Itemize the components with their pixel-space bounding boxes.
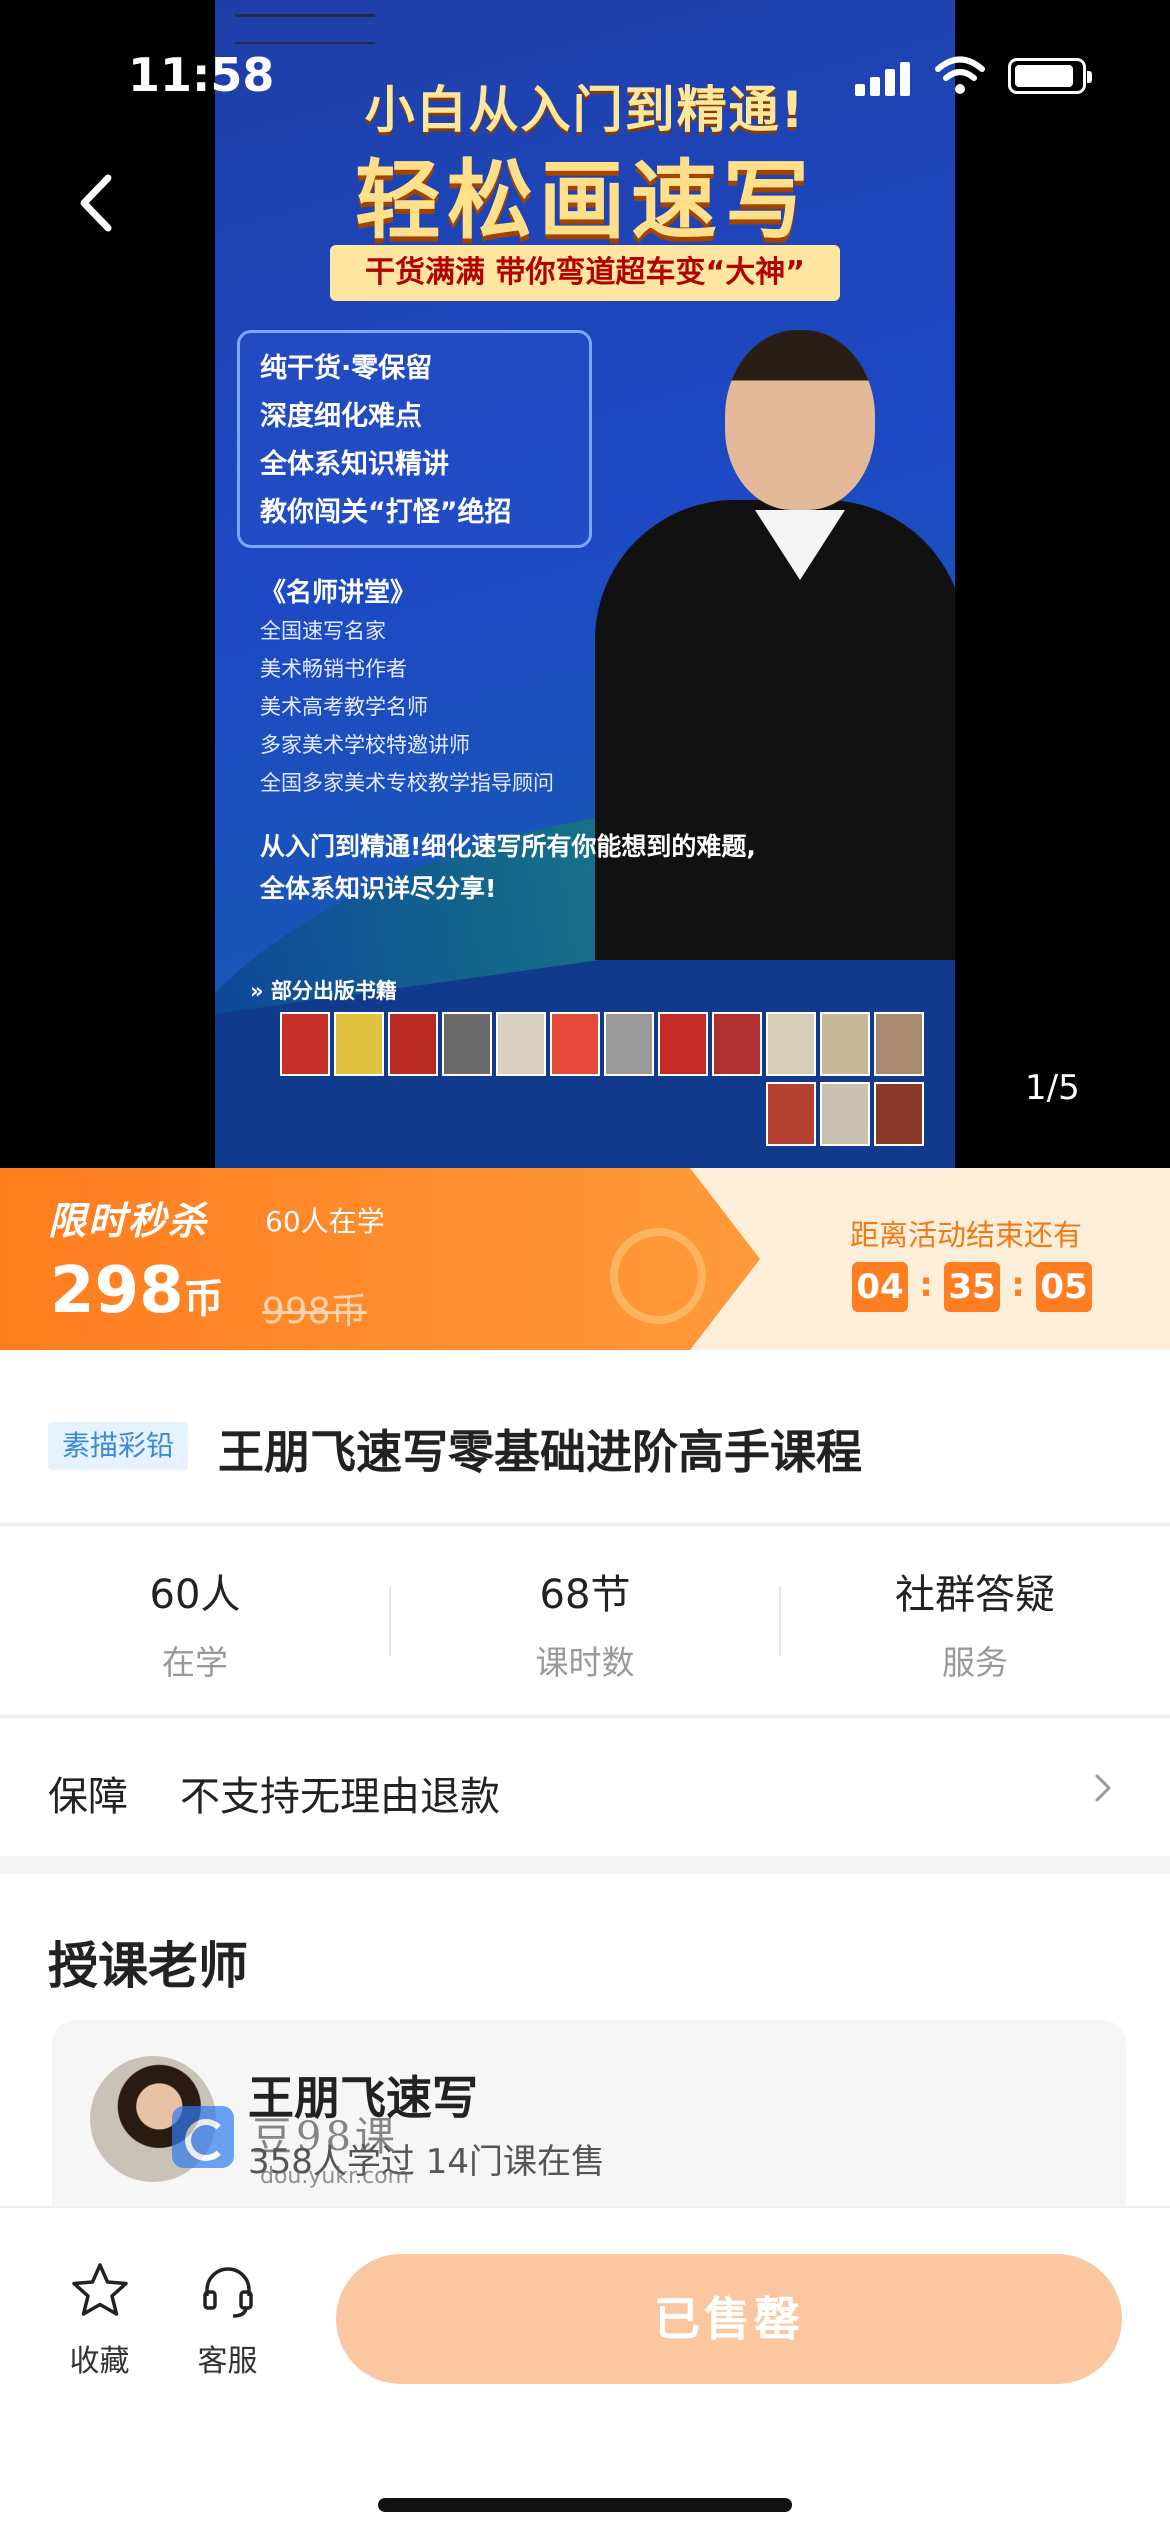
- poster-feature: 纯干货·零保留: [260, 353, 433, 384]
- book-cover: [604, 1012, 654, 1076]
- gallery-page-indicator: 1/5: [1025, 1068, 1080, 1108]
- poster-section-title: 《名师讲堂》: [260, 578, 417, 608]
- course-cover-gallery[interactable]: 小白从入门到精通! 轻松画速写 干货满满 带你弯道超车变“大神” 纯干货·零保留…: [0, 0, 1170, 1168]
- watermark: 豆98课 dou.yukr.com: [172, 2104, 472, 2194]
- countdown-minutes: 35: [944, 1262, 1000, 1312]
- headset-icon: [202, 2267, 253, 2318]
- book-cover: [874, 1082, 924, 1146]
- poster-credential: 全国速写名家: [260, 619, 386, 643]
- course-poster-image: 小白从入门到精通! 轻松画速写 干货满满 带你弯道超车变“大神” 纯干货·零保留…: [215, 0, 955, 1168]
- poster-credential: 多家美术学校特邀讲师: [260, 733, 470, 757]
- book-cover: [388, 1012, 438, 1076]
- poster-ribbon: 干货满满 带你弯道超车变“大神”: [330, 245, 840, 301]
- poster-credential: 美术畅销书作者: [260, 657, 407, 681]
- book-cover: [766, 1012, 816, 1076]
- sale-price: 298币: [50, 1254, 224, 1328]
- guarantee-label: 保障: [48, 1774, 128, 1820]
- stat-label: 在学: [162, 1643, 228, 1682]
- sold-out-button[interactable]: 已售罄: [336, 2254, 1122, 2384]
- book-cover: [496, 1012, 546, 1076]
- favorite-button[interactable]: 收藏: [62, 2260, 137, 2380]
- book-cover: [334, 1012, 384, 1076]
- book-cover: [874, 1012, 924, 1076]
- signal-icon: [855, 60, 915, 96]
- book-cover: [766, 1082, 816, 1146]
- book-cover: [820, 1082, 870, 1146]
- watermark-text: 豆98课: [252, 2114, 399, 2160]
- poster-credentials: 全国速写名家 美术畅销书作者 美术高考教学名师 多家美术学校特邀讲师 全国多家美…: [260, 612, 554, 802]
- flash-sale-banner: 限时秒杀 60人在学 298币 998币 距离活动结束还有 04 : 35 : …: [0, 1168, 1170, 1350]
- status-bar: 11:58: [0, 0, 1170, 150]
- book-cover: [442, 1012, 492, 1076]
- favorite-label: 收藏: [69, 2344, 130, 2379]
- teacher-section-title: 授课老师: [48, 1937, 248, 1995]
- course-title-card: 素描彩铅 王朋飞速写零基础进阶高手课程: [0, 1350, 1170, 1522]
- countdown-hours: 04: [852, 1262, 908, 1312]
- star-icon: [71, 2263, 128, 2316]
- guarantee-value: 不支持无理由退款: [180, 1774, 500, 1820]
- stat-service: 社群答疑 服务: [780, 1562, 1170, 1684]
- stat-lessons: 68节 课时数: [390, 1562, 780, 1684]
- poster-features: 纯干货·零保留 深度细化难点 全体系知识精讲 教你闯关“打怪”绝招: [237, 330, 592, 548]
- book-covers: [280, 1012, 940, 1152]
- poster-feature: 教你闯关“打怪”绝招: [260, 497, 512, 528]
- guarantee-row[interactable]: 保障 不支持无理由退款: [0, 1716, 1170, 1856]
- book-cover: [550, 1012, 600, 1076]
- poster-feature: 全体系知识精讲: [260, 449, 449, 480]
- book-cover: [658, 1012, 708, 1076]
- service-label: 客服: [197, 2344, 258, 2379]
- flash-sale-learners: 60人在学: [265, 1205, 385, 1238]
- poster-books-label: » 部分出版书籍: [250, 979, 397, 1003]
- home-indicator: [378, 2498, 792, 2512]
- flash-sale-title: 限时秒杀: [48, 1199, 209, 1243]
- category-tag: 素描彩铅: [48, 1422, 189, 1470]
- countdown-seconds: 05: [1036, 1262, 1092, 1312]
- book-cover: [280, 1012, 330, 1076]
- countdown-label: 距离活动结束还有: [850, 1218, 1083, 1252]
- bottom-action-bar: 收藏 客服 已售罄: [0, 2206, 1170, 2532]
- stat-label: 服务: [942, 1643, 1008, 1682]
- double-chevron-icon: »: [250, 979, 264, 1003]
- stat-value: 60人: [149, 1572, 241, 1618]
- book-cover: [712, 1012, 762, 1076]
- stat-label: 课时数: [535, 1643, 635, 1682]
- alarm-clock-icon: [610, 1228, 706, 1324]
- poster-feature: 深度细化难点: [260, 401, 422, 432]
- watermark-url: dou.yukr.com: [260, 2164, 410, 2189]
- wifi-icon: [935, 56, 985, 94]
- course-stats: 60人 在学 68节 课时数 社群答疑 服务: [0, 1524, 1170, 1714]
- stat-value: 社群答疑: [895, 1572, 1055, 1618]
- stat-learners: 60人 在学: [0, 1562, 390, 1684]
- customer-service-button[interactable]: 客服: [190, 2260, 265, 2380]
- poster-credential: 全国多家美术专校教学指导顾问: [260, 771, 554, 795]
- countdown-separator: :: [1011, 1265, 1025, 1305]
- watermark-logo-icon: [172, 2106, 234, 2168]
- sale-price-value: 298: [50, 1254, 184, 1328]
- back-button[interactable]: [62, 168, 132, 238]
- countdown-separator: :: [919, 1265, 933, 1305]
- chevron-right-icon: [1095, 1774, 1111, 1802]
- stat-value: 68节: [539, 1572, 631, 1618]
- poster-credential: 美术高考教学名师: [260, 695, 428, 719]
- book-cover: [820, 1012, 870, 1076]
- course-title: 王朋飞速写零基础进阶高手课程: [218, 1425, 862, 1479]
- poster-description: 从入门到精通!细化速写所有你能想到的难题,全体系知识详尽分享!: [260, 832, 756, 903]
- battery-icon: [1008, 58, 1092, 94]
- original-price: 998币: [262, 1291, 367, 1332]
- status-time: 11:58: [128, 48, 275, 102]
- sale-price-currency: 币: [183, 1276, 224, 1322]
